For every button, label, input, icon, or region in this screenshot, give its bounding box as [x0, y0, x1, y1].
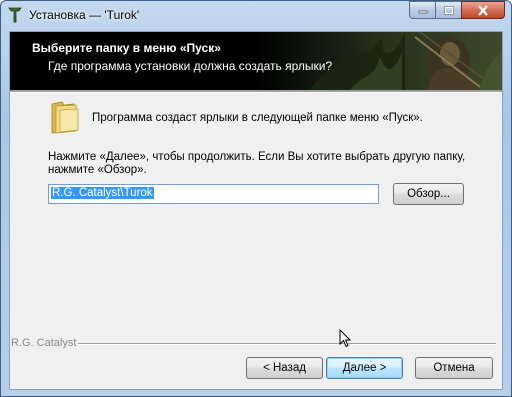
page-title: Выберите папку в меню «Пуск» — [32, 41, 221, 55]
instruction-text: Нажмите «Далее», чтобы продолжить. Если … — [48, 151, 466, 176]
title-bar[interactable]: Установка — 'Turok' — [1, 1, 511, 31]
minimize-button[interactable] — [409, 1, 435, 19]
caption-buttons — [409, 1, 505, 21]
maximize-button[interactable] — [435, 1, 461, 19]
minimize-icon — [418, 10, 427, 14]
mouse-cursor-icon — [339, 329, 351, 348]
folder-path-value: R.G. Catalyst\Turok — [51, 187, 154, 199]
page-subtitle: Где программа установки должна создать я… — [48, 59, 333, 73]
info-text: Программа создаст ярлыки в следующей пап… — [92, 112, 423, 124]
brand-label: R.G. Catalyst — [11, 337, 77, 349]
wizard-header: Выберите папку в меню «Пуск» Где програм… — [10, 32, 502, 90]
close-icon — [478, 4, 488, 16]
footer-divider — [78, 343, 496, 345]
window-title: Установка — 'Turok' — [29, 8, 140, 22]
maximize-icon — [443, 5, 454, 15]
browse-button[interactable]: Обзор... — [393, 183, 464, 205]
turok-logo-icon — [8, 7, 22, 23]
header-divider — [10, 90, 502, 93]
close-button[interactable] — [461, 1, 505, 19]
installer-window: Установка — 'Turok' Выберите папку в мен… — [0, 0, 512, 397]
folder-icon — [51, 101, 79, 134]
wizard-client-area: Выберите папку в меню «Пуск» Где програм… — [9, 31, 503, 390]
back-button[interactable]: < Назад — [246, 357, 323, 379]
cancel-button[interactable]: Отмена — [415, 357, 493, 379]
next-button[interactable]: Далее > — [326, 357, 403, 379]
start-menu-folder-input[interactable]: R.G. Catalyst\Turok — [48, 184, 379, 204]
